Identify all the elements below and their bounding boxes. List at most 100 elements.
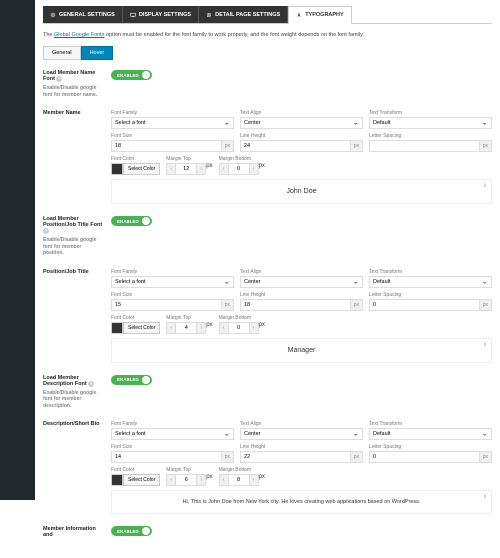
letter-spacing-input[interactable]: [369, 140, 479, 152]
field-label: Letter Spacing: [369, 133, 492, 139]
info-note: The Global Google Fonts option must be e…: [43, 32, 492, 38]
section-load-description-font: Load Member Description Font ? Enable/Dis…: [43, 375, 492, 410]
margin-top-input[interactable]: [176, 474, 196, 486]
admin-sidebar: [0, 0, 35, 500]
collapse-icon[interactable]: ⇕: [483, 183, 487, 189]
field-label: Text Transform: [369, 110, 492, 116]
text-align-select[interactable]: Center: [240, 428, 363, 440]
tab-label: TYPOGRAPHY: [305, 12, 344, 18]
increment-button[interactable]: ›: [249, 322, 259, 334]
section-load-position-font: Load Member Position/Job Title Font ? Ena…: [43, 216, 492, 257]
line-height-input[interactable]: [240, 451, 350, 463]
font-size-input[interactable]: [111, 451, 221, 463]
decrement-button[interactable]: ‹: [166, 474, 176, 486]
enable-toggle[interactable]: ENABLED: [111, 375, 152, 385]
collapse-icon[interactable]: ⇕: [483, 342, 487, 348]
field-label: Margin Top: [166, 156, 212, 162]
general-button[interactable]: General: [43, 46, 81, 60]
preview-box: ⇕Hi, This is John Doe from New York city…: [111, 490, 492, 514]
increment-button[interactable]: ›: [249, 163, 259, 175]
text-transform-select[interactable]: Default: [369, 428, 492, 440]
section-title: Load Member Name Font: [43, 70, 95, 82]
margin-bottom-input[interactable]: [229, 474, 249, 486]
global-google-fonts-link[interactable]: Global Google Fonts: [54, 32, 104, 38]
help-icon[interactable]: ?: [43, 228, 49, 234]
line-height-input[interactable]: [240, 140, 350, 152]
letter-spacing-input[interactable]: [369, 299, 479, 311]
decrement-button[interactable]: ‹: [219, 322, 229, 334]
tabs-nav: GENERAL SETTINGS DISPLAY SETTINGS DETAIL…: [43, 6, 492, 24]
decrement-button[interactable]: ‹: [166, 163, 176, 175]
field-label: Font Size: [111, 133, 234, 139]
margin-top-input[interactable]: [176, 322, 196, 334]
text-transform-select[interactable]: Default: [369, 117, 492, 129]
tab-display-settings[interactable]: DISPLAY SETTINGS: [123, 6, 199, 23]
state-button-group: General Hover: [43, 46, 492, 60]
enable-toggle[interactable]: ENABLED: [111, 216, 152, 226]
increment-button[interactable]: ›: [196, 474, 206, 486]
section-help: Enable/Disable google font for member po…: [43, 237, 103, 257]
color-swatch[interactable]: [111, 163, 123, 175]
font-size-input[interactable]: [111, 299, 221, 311]
collapse-icon[interactable]: ⇕: [483, 494, 487, 500]
letter-spacing-input[interactable]: [369, 451, 479, 463]
unit-label: px: [479, 140, 492, 152]
decrement-button[interactable]: ‹: [166, 322, 176, 334]
font-family-select[interactable]: Select a font: [111, 428, 234, 440]
field-label: Text Align: [240, 110, 363, 116]
section-title: Member Name: [43, 110, 103, 204]
increment-button[interactable]: ›: [196, 163, 206, 175]
tab-general-settings[interactable]: GENERAL SETTINGS: [43, 6, 123, 23]
section-position: Position/Job Title Font FamilySelect a f…: [43, 269, 492, 363]
section-title: Load Member Position/Job Title Font: [43, 216, 102, 228]
font-size-input[interactable]: [111, 140, 221, 152]
decrement-button[interactable]: ‹: [219, 163, 229, 175]
section-title: Description/Short Bio: [43, 421, 103, 514]
tab-label: DISPLAY SETTINGS: [139, 12, 191, 18]
hover-button[interactable]: Hover: [81, 46, 114, 60]
select-color-button[interactable]: Select Color: [123, 322, 160, 334]
section-title: Position/Job Title: [43, 269, 103, 363]
margin-bottom-input[interactable]: [229, 163, 249, 175]
sliders-icon: [206, 12, 212, 18]
section-title: Member Information and: [43, 526, 103, 538]
field-label: Margin Bottom: [219, 156, 265, 162]
unit-label: px: [259, 163, 265, 175]
field-label: Line Height: [240, 133, 363, 139]
text-align-select[interactable]: Center: [240, 276, 363, 288]
increment-button[interactable]: ›: [249, 474, 259, 486]
text-transform-select[interactable]: Default: [369, 276, 492, 288]
color-swatch[interactable]: [111, 474, 123, 486]
section-description: Description/Short Bio Font FamilySelect …: [43, 421, 492, 514]
section-load-name-font: Load Member Name Font ? Enable/Disable g…: [43, 70, 492, 98]
display-icon: [130, 12, 136, 18]
tab-detail-page-settings[interactable]: DETAIL PAGE SETTINGS: [199, 6, 288, 23]
enable-toggle[interactable]: ENABLED: [111, 70, 152, 80]
unit-label: px: [206, 163, 212, 175]
gear-icon: [50, 12, 56, 18]
increment-button[interactable]: ›: [196, 322, 206, 334]
margin-bottom-input[interactable]: [229, 322, 249, 334]
typography-icon: [296, 12, 302, 18]
line-height-input[interactable]: [240, 299, 350, 311]
font-family-select[interactable]: Select a font: [111, 117, 234, 129]
field-label: Font Color: [111, 156, 160, 162]
enable-toggle[interactable]: ENABLED: [111, 526, 152, 536]
select-color-button[interactable]: Select Color: [123, 163, 160, 175]
unit-label: px: [221, 140, 234, 152]
section-help: Enable/Disable google font for member de…: [43, 390, 103, 410]
font-family-select[interactable]: Select a font: [111, 276, 234, 288]
decrement-button[interactable]: ‹: [219, 474, 229, 486]
unit-label: px: [350, 140, 363, 152]
tab-typography[interactable]: TYPOGRAPHY: [288, 6, 352, 24]
tab-label: GENERAL SETTINGS: [59, 12, 115, 18]
section-title: Load Member Description Font: [43, 375, 87, 387]
text-align-select[interactable]: Center: [240, 117, 363, 129]
color-swatch[interactable]: [111, 322, 123, 334]
tab-label: DETAIL PAGE SETTINGS: [215, 12, 280, 18]
margin-top-input[interactable]: [176, 163, 196, 175]
field-label: Font Family: [111, 110, 234, 116]
select-color-button[interactable]: Select Color: [123, 474, 160, 486]
help-icon[interactable]: ?: [56, 76, 62, 82]
help-icon[interactable]: ?: [88, 381, 94, 387]
